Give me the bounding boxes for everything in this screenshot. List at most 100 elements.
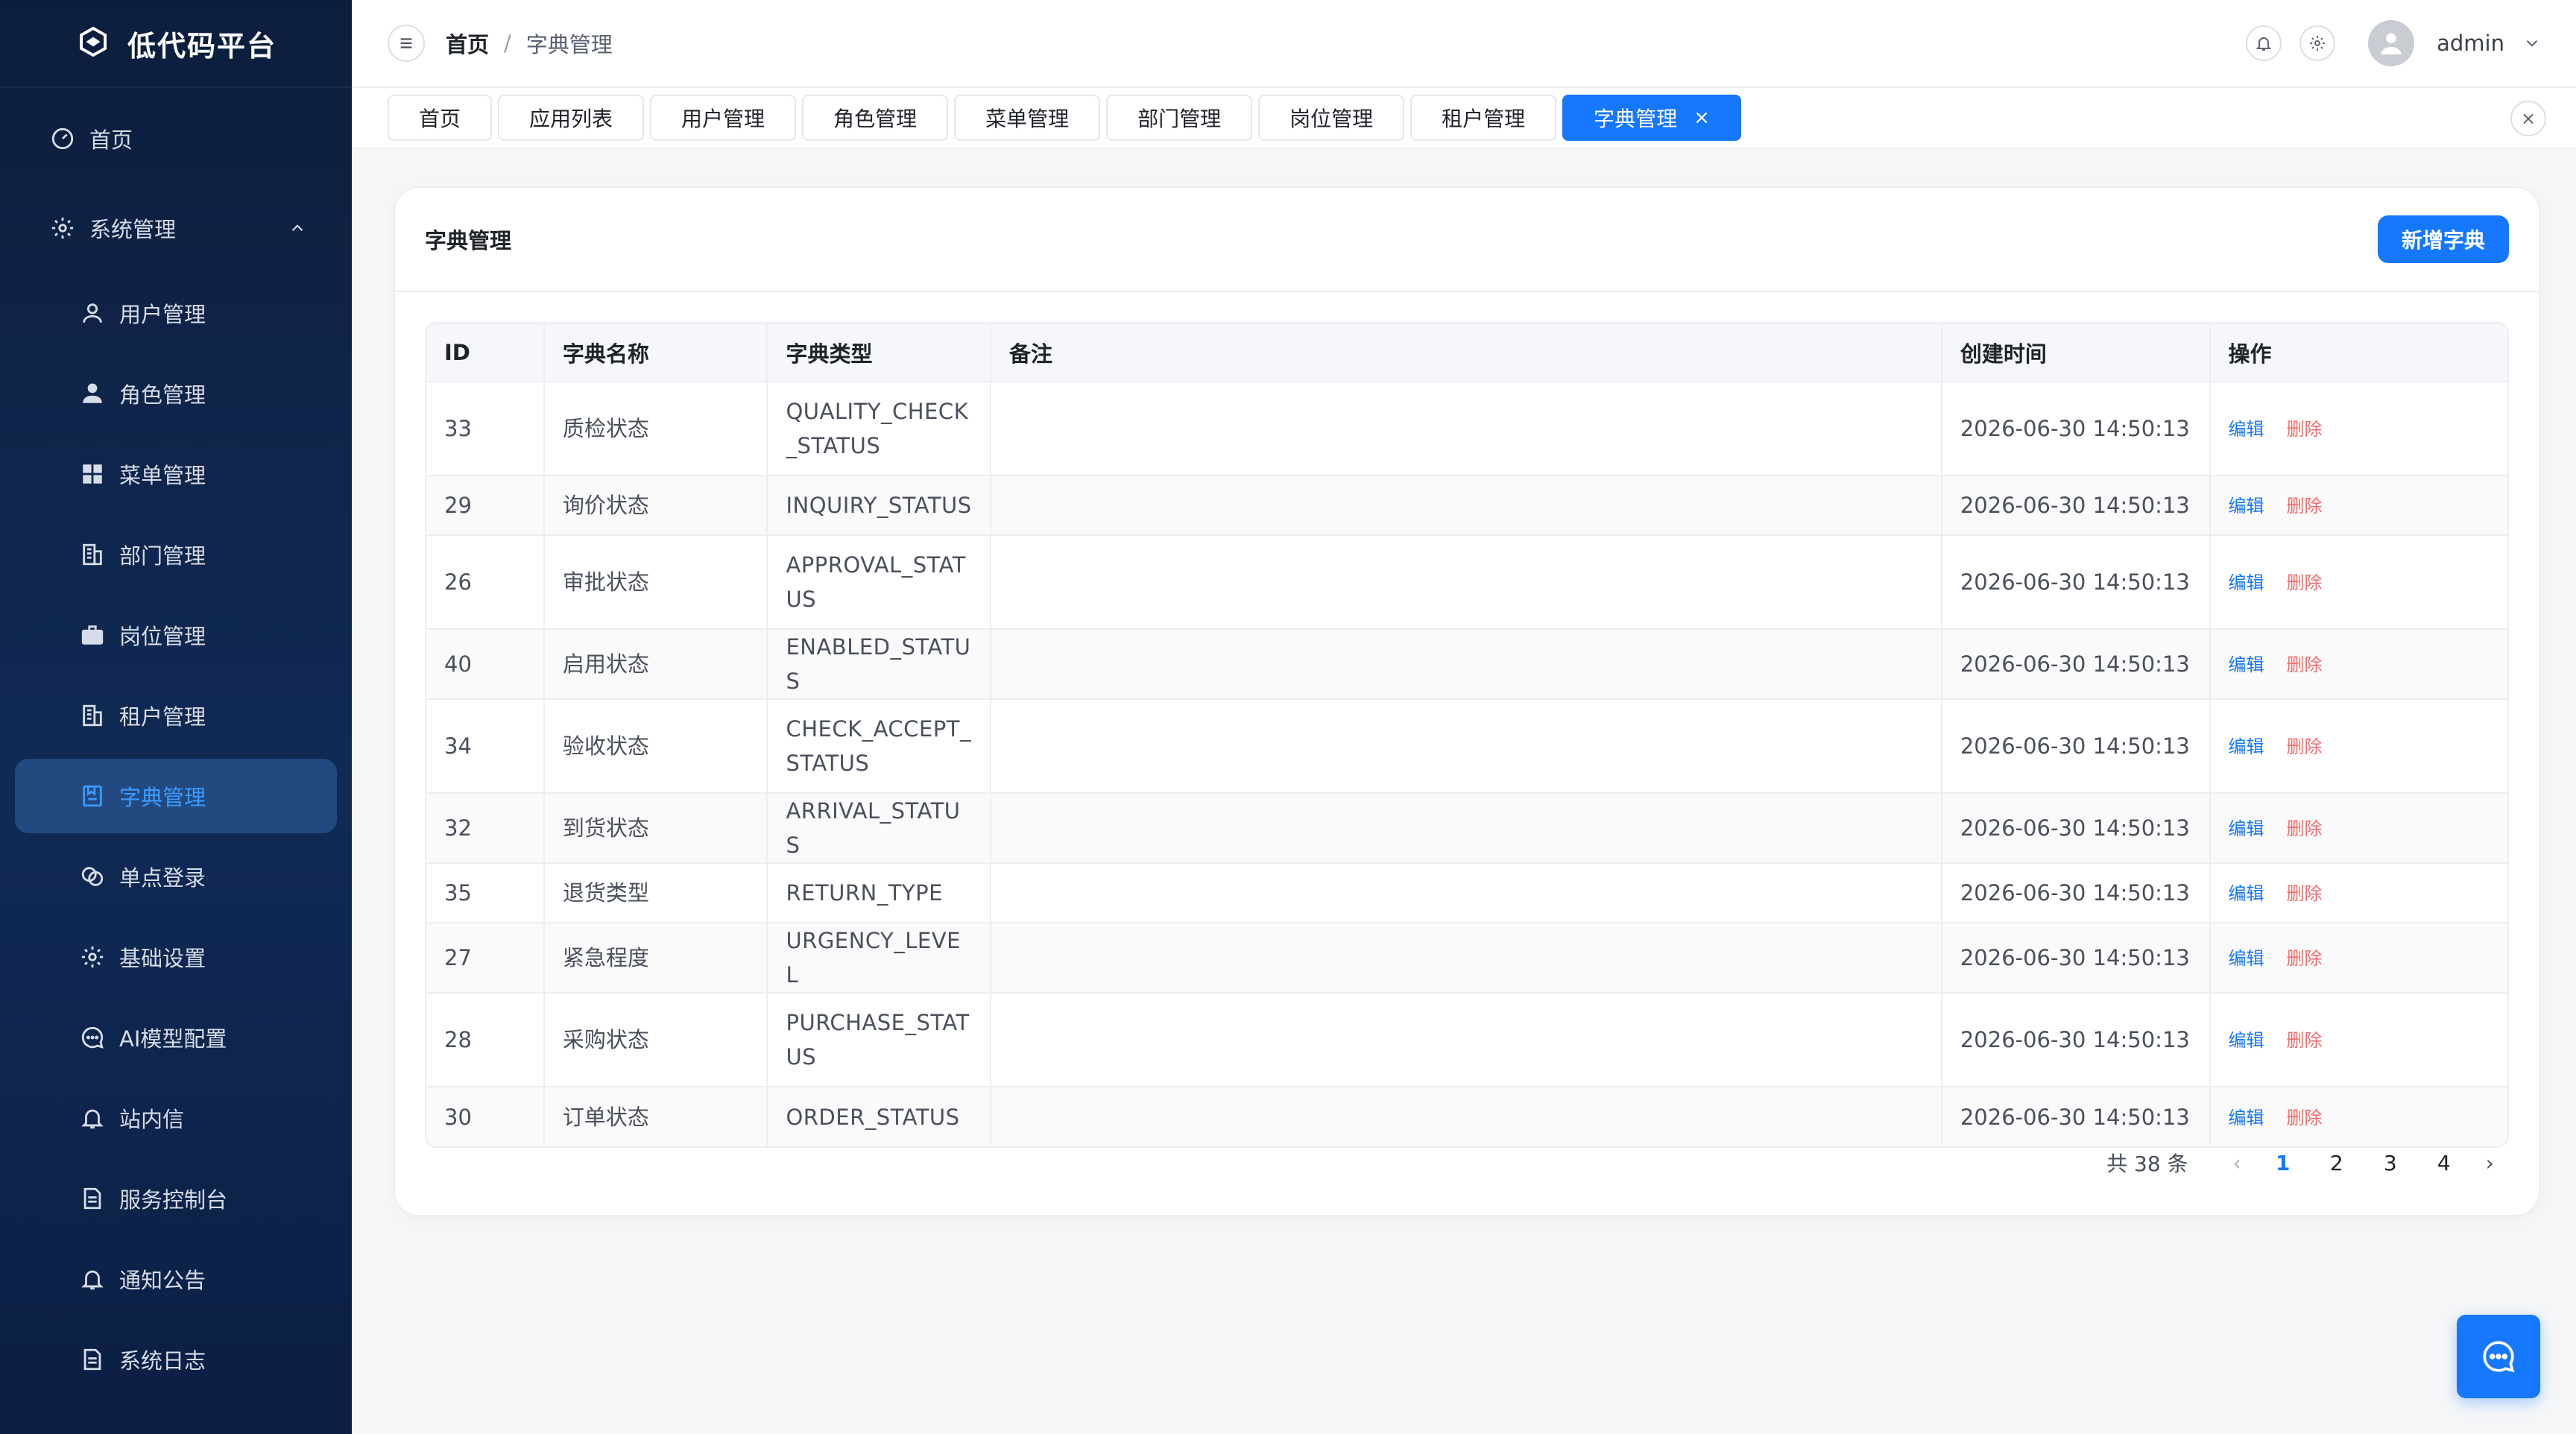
sidebar-item-users[interactable]: 用户管理 bbox=[0, 273, 352, 353]
breadcrumb: 首页 / 字典管理 bbox=[446, 28, 613, 59]
delete-button[interactable]: 删除 bbox=[2287, 654, 2323, 675]
page-1[interactable]: 1 bbox=[2271, 1151, 2295, 1175]
tab-close-icon[interactable]: × bbox=[1693, 107, 1710, 129]
cell-id: 32 bbox=[426, 792, 545, 863]
close-all-tabs-button[interactable]: × bbox=[2510, 101, 2546, 136]
logo-icon bbox=[79, 26, 107, 57]
tab-users[interactable]: 用户管理 bbox=[650, 95, 797, 141]
page-3[interactable]: 3 bbox=[2378, 1151, 2402, 1175]
settings-button[interactable] bbox=[2299, 25, 2336, 61]
delete-button[interactable]: 删除 bbox=[2287, 419, 2323, 440]
delete-button[interactable]: 删除 bbox=[2287, 883, 2323, 904]
sidebar-item-menus[interactable]: 菜单管理 bbox=[0, 434, 352, 514]
table-header-row: ID 字典名称 字典类型 备注 创建时间 操作 bbox=[426, 323, 2507, 382]
edit-button[interactable]: 编辑 bbox=[2229, 818, 2264, 839]
tab-positions[interactable]: 岗位管理 bbox=[1258, 95, 1405, 141]
tab-app-list[interactable]: 应用列表 bbox=[498, 95, 645, 141]
table-row: 32 到货状态 ARRIVAL_STATUS 2026-06-30 14:50:… bbox=[426, 792, 2507, 863]
dictionary-card: 字典管理 新增字典 ID 字典名称 字典类型 备注 创建时间 操作 33 质检状… bbox=[394, 186, 2540, 1216]
cell-created: 2026-06-30 14:50:13 bbox=[1941, 1086, 2211, 1146]
sidebar-item-departments[interactable]: 部门管理 bbox=[0, 514, 352, 595]
cell-id: 40 bbox=[426, 628, 545, 699]
building-icon bbox=[79, 541, 106, 568]
briefcase-icon bbox=[79, 622, 106, 648]
bell-icon bbox=[79, 1105, 106, 1131]
sidebar-item-ai-model[interactable]: AI模型配置 bbox=[0, 997, 352, 1078]
sidebar-item-label: AI模型配置 bbox=[119, 1026, 227, 1052]
cell-name: 询价状态 bbox=[543, 475, 768, 535]
edit-button[interactable]: 编辑 bbox=[2229, 883, 2264, 904]
header-actions: admin bbox=[2246, 20, 2542, 66]
edit-button[interactable]: 编辑 bbox=[2229, 654, 2264, 675]
link-icon bbox=[79, 863, 106, 890]
delete-button[interactable]: 删除 bbox=[2287, 1108, 2323, 1128]
sidebar-item-inbox[interactable]: 站内信 bbox=[0, 1078, 352, 1158]
cell-type: INQUIRY_STATUS bbox=[767, 475, 992, 535]
sidebar-item-positions[interactable]: 岗位管理 bbox=[0, 595, 352, 675]
sidebar-item-service-console[interactable]: 服务控制台 bbox=[0, 1158, 352, 1239]
sidebar-item-tenants[interactable]: 租户管理 bbox=[0, 675, 352, 756]
page-4[interactable]: 4 bbox=[2432, 1151, 2456, 1175]
tab-label: 角色管理 bbox=[833, 107, 918, 131]
breadcrumb-home[interactable]: 首页 bbox=[446, 28, 489, 59]
next-page-button[interactable]: › bbox=[2486, 1151, 2494, 1175]
edit-button[interactable]: 编辑 bbox=[2229, 1108, 2264, 1128]
sidebar-group-system[interactable]: 系统管理 bbox=[0, 183, 352, 273]
role-icon bbox=[79, 380, 106, 407]
notification-button[interactable] bbox=[2246, 25, 2282, 61]
sidebar-item-announcements[interactable]: 通知公告 bbox=[0, 1239, 352, 1319]
prev-page-button[interactable]: ‹ bbox=[2233, 1151, 2241, 1175]
page-2[interactable]: 2 bbox=[2325, 1151, 2349, 1175]
table-row: 33 质检状态 QUALITY_CHECK_STATUS 2026-06-30 … bbox=[426, 381, 2507, 476]
menu-toggle-button[interactable] bbox=[388, 25, 425, 62]
column-header-actions: 操作 bbox=[2209, 323, 2507, 382]
chat-icon bbox=[79, 1024, 106, 1051]
edit-button[interactable]: 编辑 bbox=[2229, 419, 2264, 440]
edit-button[interactable]: 编辑 bbox=[2229, 496, 2264, 517]
dictionary-table: ID 字典名称 字典类型 备注 创建时间 操作 33 质检状态 QUALITY_… bbox=[425, 322, 2509, 1148]
sidebar-item-home[interactable]: 首页 bbox=[0, 94, 352, 183]
delete-button[interactable]: 删除 bbox=[2287, 572, 2323, 593]
cell-actions: 编辑 删除 bbox=[2209, 698, 2507, 793]
cell-name: 订单状态 bbox=[543, 1086, 768, 1146]
add-dictionary-button[interactable]: 新增字典 bbox=[2377, 215, 2509, 263]
edit-button[interactable]: 编辑 bbox=[2229, 948, 2264, 969]
tab-dictionary[interactable]: 字典管理 × bbox=[1562, 95, 1741, 141]
sidebar-item-system-log[interactable]: 系统日志 bbox=[0, 1319, 352, 1400]
sidebar-item-label: 岗位管理 bbox=[119, 624, 206, 649]
tab-departments[interactable]: 部门管理 bbox=[1106, 95, 1253, 141]
cell-id: 35 bbox=[426, 862, 545, 923]
sidebar-item-basic-settings[interactable]: 基础设置 bbox=[0, 917, 352, 997]
delete-button[interactable]: 删除 bbox=[2287, 1030, 2323, 1051]
delete-button[interactable]: 删除 bbox=[2287, 496, 2323, 517]
table-row: 26 审批状态 APPROVAL_STATUS 2026-06-30 14:50… bbox=[426, 534, 2507, 629]
sidebar-item-sso[interactable]: 单点登录 bbox=[0, 836, 352, 917]
delete-button[interactable]: 删除 bbox=[2287, 948, 2323, 969]
sidebar-item-dictionary[interactable]: 字典管理 bbox=[15, 759, 337, 833]
sidebar-item-label: 菜单管理 bbox=[119, 463, 206, 488]
tab-roles[interactable]: 角色管理 bbox=[802, 95, 949, 141]
chevron-up-icon bbox=[291, 224, 303, 232]
tab-menus[interactable]: 菜单管理 bbox=[954, 95, 1101, 141]
sidebar-item-roles[interactable]: 角色管理 bbox=[0, 353, 352, 434]
chevron-down-icon[interactable] bbox=[2522, 34, 2542, 53]
grid-icon bbox=[79, 461, 106, 487]
avatar[interactable] bbox=[2368, 20, 2415, 66]
file-icon bbox=[79, 1346, 106, 1373]
cell-created: 2026-06-30 14:50:13 bbox=[1941, 628, 2211, 699]
cell-actions: 编辑 删除 bbox=[2209, 992, 2507, 1087]
edit-button[interactable]: 编辑 bbox=[2229, 736, 2264, 757]
chat-assistant-button[interactable] bbox=[2457, 1315, 2540, 1398]
delete-button[interactable]: 删除 bbox=[2287, 818, 2323, 839]
edit-button[interactable]: 编辑 bbox=[2229, 1030, 2264, 1051]
cell-created: 2026-06-30 14:50:13 bbox=[1941, 475, 2211, 535]
cell-type: CHECK_ACCEPT_STATUS bbox=[767, 698, 992, 793]
edit-button[interactable]: 编辑 bbox=[2229, 572, 2264, 593]
sidebar-item-label: 系统日志 bbox=[119, 1348, 206, 1374]
delete-button[interactable]: 删除 bbox=[2287, 736, 2323, 757]
cell-remark bbox=[991, 862, 1942, 923]
tab-tenants[interactable]: 租户管理 bbox=[1410, 95, 1557, 141]
app-logo[interactable]: 低代码平台 bbox=[0, 0, 352, 88]
tab-home[interactable]: 首页 bbox=[388, 95, 493, 141]
username[interactable]: admin bbox=[2437, 31, 2504, 56]
